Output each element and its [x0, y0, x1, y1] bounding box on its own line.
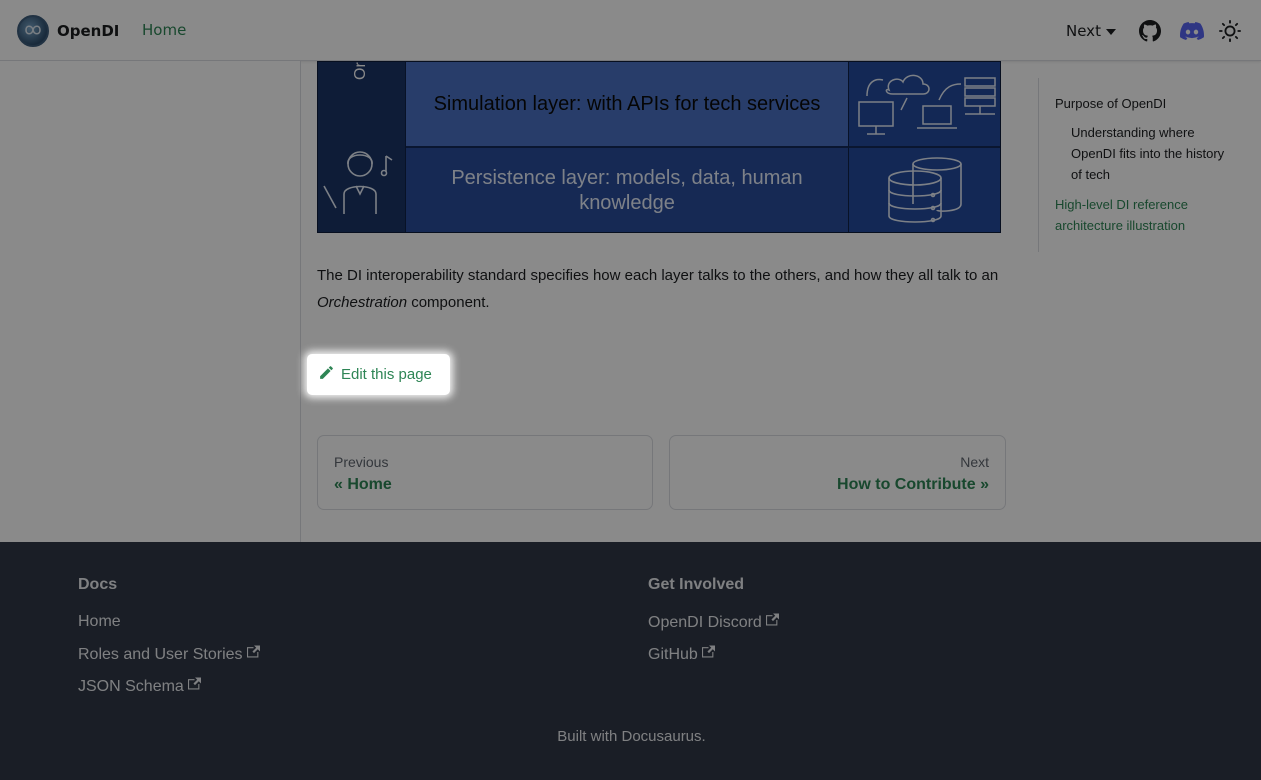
paragraph-text: The DI interoperability standard specifi… [317, 267, 999, 284]
github-icon[interactable] [1139, 20, 1161, 46]
footer-link-home[interactable]: Home [78, 613, 260, 632]
caret-down-icon [1105, 28, 1116, 35]
paragraph-emphasis: Orchestration [317, 294, 408, 311]
simulation-layer-label: Simulation layer: with APIs for tech ser… [433, 92, 821, 115]
footer-docs-column: Docs Home Roles and User Stories JSON Sc… [78, 576, 260, 709]
pagination-next-sublabel: Next [960, 454, 989, 470]
cloud-computers-icon [858, 74, 996, 135]
external-link-icon [765, 613, 779, 626]
pagination-next-label: How to Contribute » [837, 476, 989, 493]
footer-link-label: Roles and User Stories [78, 646, 243, 663]
table-of-contents: Purpose of OpenDI Understanding where Op… [1038, 78, 1248, 252]
diagram-orchestration-column: Or [318, 62, 406, 232]
diagram-orchestration-label: Or [352, 62, 369, 80]
conductor-icon [323, 151, 393, 214]
database-icon [888, 157, 962, 223]
edit-page-label: Edit this page [341, 366, 432, 383]
storage-illustration [848, 148, 1000, 232]
footer-docs-title: Docs [78, 576, 118, 593]
nav-home-link[interactable]: Home [142, 21, 186, 39]
external-link-icon [187, 677, 201, 690]
toc-item-history[interactable]: Understanding where OpenDI fits into the… [1071, 122, 1236, 185]
footer-link-label: GitHub [648, 646, 698, 663]
persistence-layer-box: Persistence layer: models, data, human k… [406, 148, 848, 232]
footer-link-github[interactable]: GitHub [648, 645, 779, 664]
content-paragraph: The DI interoperability standard specifi… [317, 262, 1007, 316]
toc-item-purpose[interactable]: Purpose of OpenDI [1055, 93, 1166, 114]
footer-involved-column: Get Involved OpenDI Discord GitHub [648, 576, 779, 677]
discord-icon[interactable] [1180, 22, 1205, 44]
docs-sidebar [0, 61, 301, 542]
tech-services-illustration [848, 62, 1000, 148]
footer-link-label: Home [78, 613, 121, 630]
simulation-layer-box: Simulation layer: with APIs for tech ser… [406, 62, 848, 148]
persistence-layer-label: Persistence layer: models, data, human k… [451, 167, 803, 214]
pagination-prev-label: « Home [334, 476, 392, 493]
footer-link-discord[interactable]: OpenDI Discord [648, 613, 779, 632]
footer: Docs Home Roles and User Stories JSON Sc… [0, 542, 1261, 780]
external-link-icon [701, 645, 715, 658]
external-link-icon [246, 645, 260, 658]
footer-link-json-schema[interactable]: JSON Schema [78, 677, 260, 696]
version-dropdown[interactable]: Next [1066, 22, 1116, 40]
footer-involved-title: Get Involved [648, 576, 745, 593]
toc-item-architecture[interactable]: High-level DI reference architecture ill… [1055, 194, 1215, 236]
footer-link-roles[interactable]: Roles and User Stories [78, 645, 260, 664]
paragraph-text-end: component. [407, 294, 490, 311]
theme-toggle-icon[interactable] [1219, 20, 1241, 46]
edit-page-link[interactable]: Edit this page [318, 364, 432, 383]
pagination-prev[interactable]: Previous « Home [317, 435, 653, 510]
footer-link-label: OpenDI Discord [648, 614, 762, 631]
opendi-logo-icon[interactable] [17, 15, 49, 47]
navbar: OpenDI Home Next [0, 0, 1261, 61]
brand-title[interactable]: OpenDI [57, 22, 119, 40]
pagination-prev-sublabel: Previous [334, 454, 389, 470]
pagination-next[interactable]: Next How to Contribute » [669, 435, 1006, 510]
footer-link-label: JSON Schema [78, 678, 184, 695]
version-dropdown-label: Next [1066, 22, 1101, 40]
footer-copyright: Built with Docusaurus. [557, 728, 706, 745]
pencil-icon [320, 366, 333, 379]
architecture-diagram: Or Simulation layer: with APIs for tech … [317, 61, 1001, 233]
